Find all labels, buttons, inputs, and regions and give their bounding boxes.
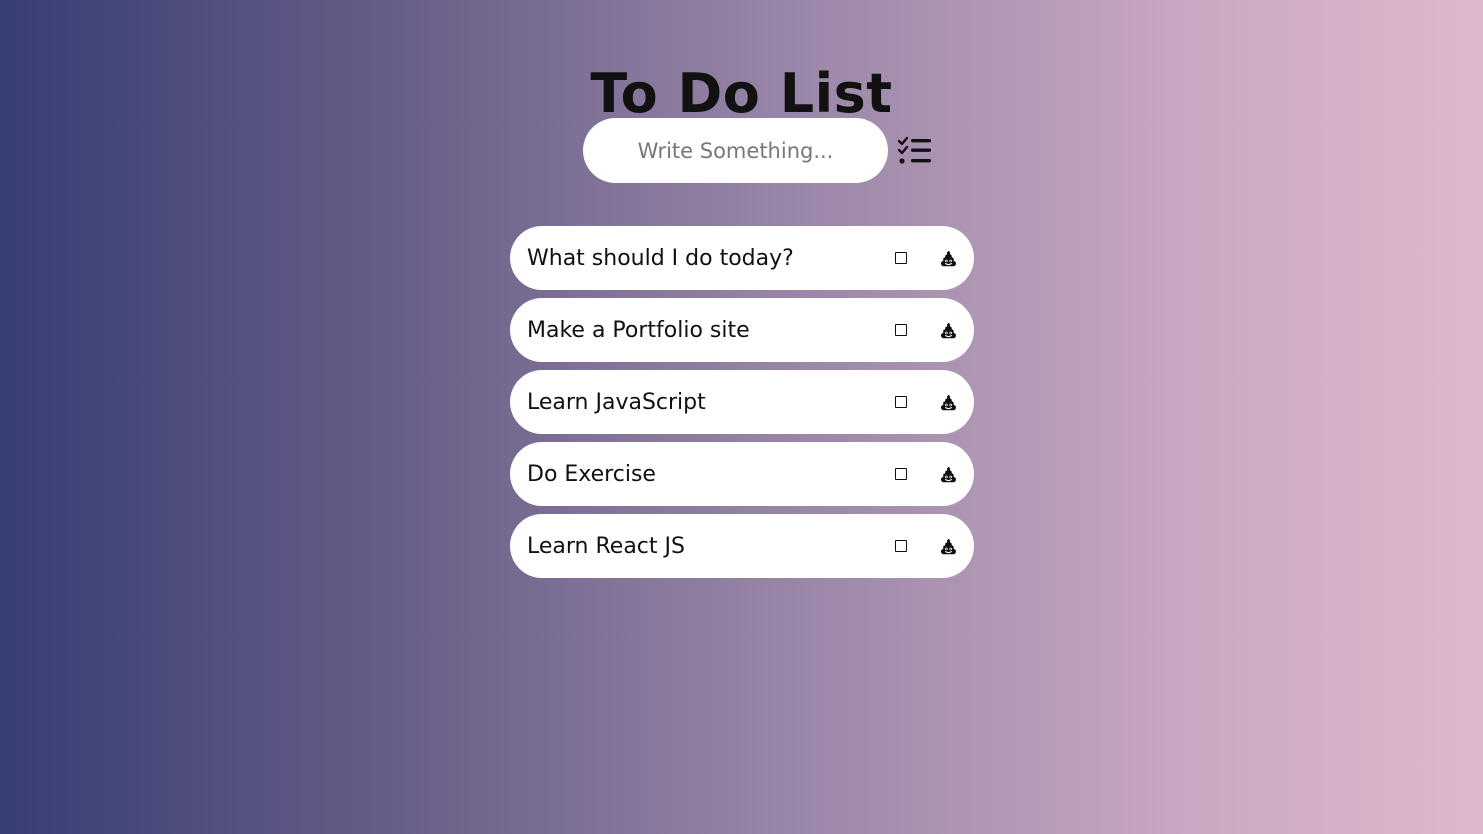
delete-button[interactable] [936, 390, 960, 414]
todo-item: Make a Portfolio site [510, 298, 974, 362]
delete-button[interactable] [936, 318, 960, 342]
poop-icon [940, 394, 956, 410]
poop-icon [940, 322, 956, 338]
complete-button[interactable] [889, 534, 913, 558]
poop-icon [940, 250, 956, 266]
complete-button[interactable] [889, 390, 913, 414]
square-checkbox-icon [895, 468, 907, 480]
complete-button[interactable] [889, 462, 913, 486]
todo-list: What should I do today? Make a Portfolio… [510, 226, 974, 586]
todo-text: What should I do today? [527, 245, 794, 271]
square-checkbox-icon [895, 540, 907, 552]
todo-input[interactable] [583, 118, 888, 183]
poop-icon [940, 538, 956, 554]
complete-button[interactable] [889, 246, 913, 270]
todo-item: Learn React JS [510, 514, 974, 578]
delete-button[interactable] [936, 462, 960, 486]
tasks-list-icon [898, 136, 931, 164]
new-todo-form [583, 118, 936, 183]
square-checkbox-icon [895, 324, 907, 336]
todo-item: Learn JavaScript [510, 370, 974, 434]
todo-text: Make a Portfolio site [527, 317, 750, 343]
page-title: To Do List [590, 62, 893, 126]
add-todo-button[interactable] [894, 130, 936, 172]
todo-item: What should I do today? [510, 226, 974, 290]
todo-item: Do Exercise [510, 442, 974, 506]
complete-button[interactable] [889, 318, 913, 342]
todo-text: Learn JavaScript [527, 389, 706, 415]
delete-button[interactable] [936, 246, 960, 270]
todo-text: Learn React JS [527, 533, 685, 559]
square-checkbox-icon [895, 396, 907, 408]
delete-button[interactable] [936, 534, 960, 558]
square-checkbox-icon [895, 252, 907, 264]
todo-text: Do Exercise [527, 461, 656, 487]
poop-icon [940, 466, 956, 482]
